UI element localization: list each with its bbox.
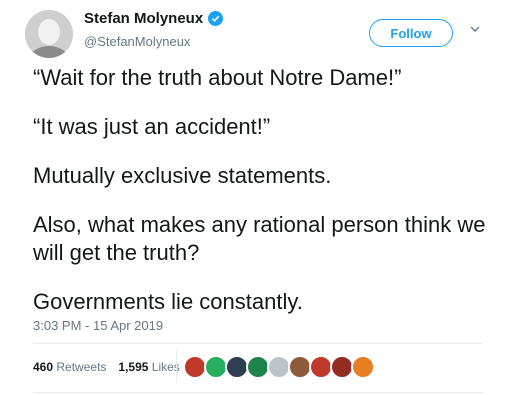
avatar[interactable] xyxy=(25,10,73,58)
tweet-stats: 460 Retweets 1,595 Likes xyxy=(33,360,180,374)
follow-button[interactable]: Follow xyxy=(369,19,453,47)
liker-avatars xyxy=(183,355,375,379)
liker-avatar[interactable] xyxy=(351,355,375,379)
tweet-paragraph: Governments lie constantly. xyxy=(33,289,303,314)
tweet-paragraph: “It was just an accident!” xyxy=(33,114,271,139)
divider xyxy=(33,392,483,393)
chevron-down-icon[interactable] xyxy=(468,22,482,36)
tweet-timestamp[interactable]: 3:03 PM - 15 Apr 2019 xyxy=(33,318,163,333)
likes-stat[interactable]: 1,595 Likes xyxy=(118,360,179,374)
tweet-text: “Wait for the truth about Notre Dame!” “… xyxy=(33,64,493,337)
tweet-paragraph: “Wait for the truth about Notre Dame!” xyxy=(33,65,402,90)
likes-count: 1,595 xyxy=(118,360,149,374)
user-handle[interactable]: @StefanMolyneux xyxy=(84,34,190,49)
avatar-image xyxy=(25,10,73,58)
divider xyxy=(33,343,483,344)
retweets-stat[interactable]: 460 Retweets xyxy=(33,360,106,374)
tweet-paragraph: Also, what makes any rational person thi… xyxy=(33,212,486,265)
user-name[interactable]: Stefan Molyneux xyxy=(84,10,203,27)
retweets-count: 460 xyxy=(33,360,54,374)
user-name-row[interactable]: Stefan Molyneux xyxy=(84,10,224,27)
stats-separator xyxy=(176,350,177,382)
verified-badge-icon xyxy=(208,11,224,26)
tweet-paragraph: Mutually exclusive statements. xyxy=(33,163,332,188)
retweets-label: Retweets xyxy=(56,360,107,374)
